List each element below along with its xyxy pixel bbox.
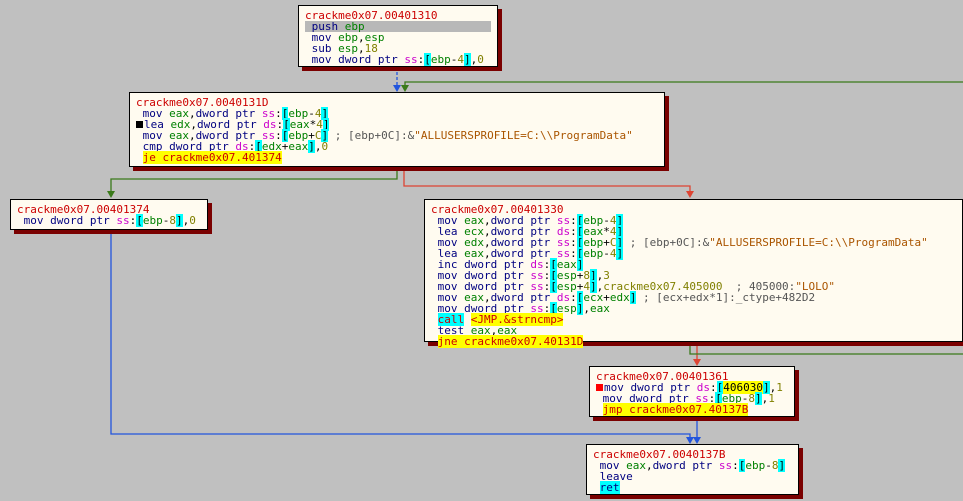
instruction-line[interactable]: mov dword ptr ss:[ebp-8],0 [17, 214, 201, 227]
block-00401310[interactable]: crackme0x07.00401310 push ebp mov ebp,es… [298, 5, 498, 67]
breakpoint-marker[interactable] [136, 121, 143, 128]
arrowhead [693, 359, 701, 366]
arrowhead [686, 437, 694, 444]
instruction-line[interactable]: jne crackme0x07.40131D [431, 335, 956, 348]
block-0040131d[interactable]: crackme0x07.0040131D mov eax,dword ptr s… [129, 92, 665, 167]
instruction-line[interactable]: jmp crackme0x07.40137B [596, 403, 788, 416]
instruction-line[interactable]: je crackme0x07.401374 [136, 151, 658, 164]
edge-131d-to-1374 [110, 166, 398, 194]
instruction-line[interactable]: leave [593, 471, 792, 482]
block-0040137b[interactable]: crackme0x07.0040137B mov eax,dword ptr s… [586, 444, 799, 495]
block-00401330[interactable]: crackme0x07.00401330 mov eax,dword ptr s… [424, 199, 963, 348]
breakpoint-marker[interactable] [596, 384, 603, 391]
arrowhead [107, 191, 115, 198]
instruction-line[interactable]: mov dword ptr ss:[ebp-4],0 [305, 53, 491, 66]
instruction-line[interactable]: ret [593, 481, 792, 494]
arrowhead [686, 191, 694, 198]
block-00401374[interactable]: crackme0x07.00401374 mov dword ptr ss:[e… [10, 199, 208, 230]
arrowhead [393, 85, 401, 92]
arrowhead [693, 437, 701, 444]
edge-131d-to-1330 [403, 166, 691, 194]
arrowhead [401, 85, 409, 92]
block-00401361[interactable]: crackme0x07.00401361 mov dword ptr ds:[4… [589, 366, 795, 417]
edge-loop-to-131d [404, 81, 963, 88]
